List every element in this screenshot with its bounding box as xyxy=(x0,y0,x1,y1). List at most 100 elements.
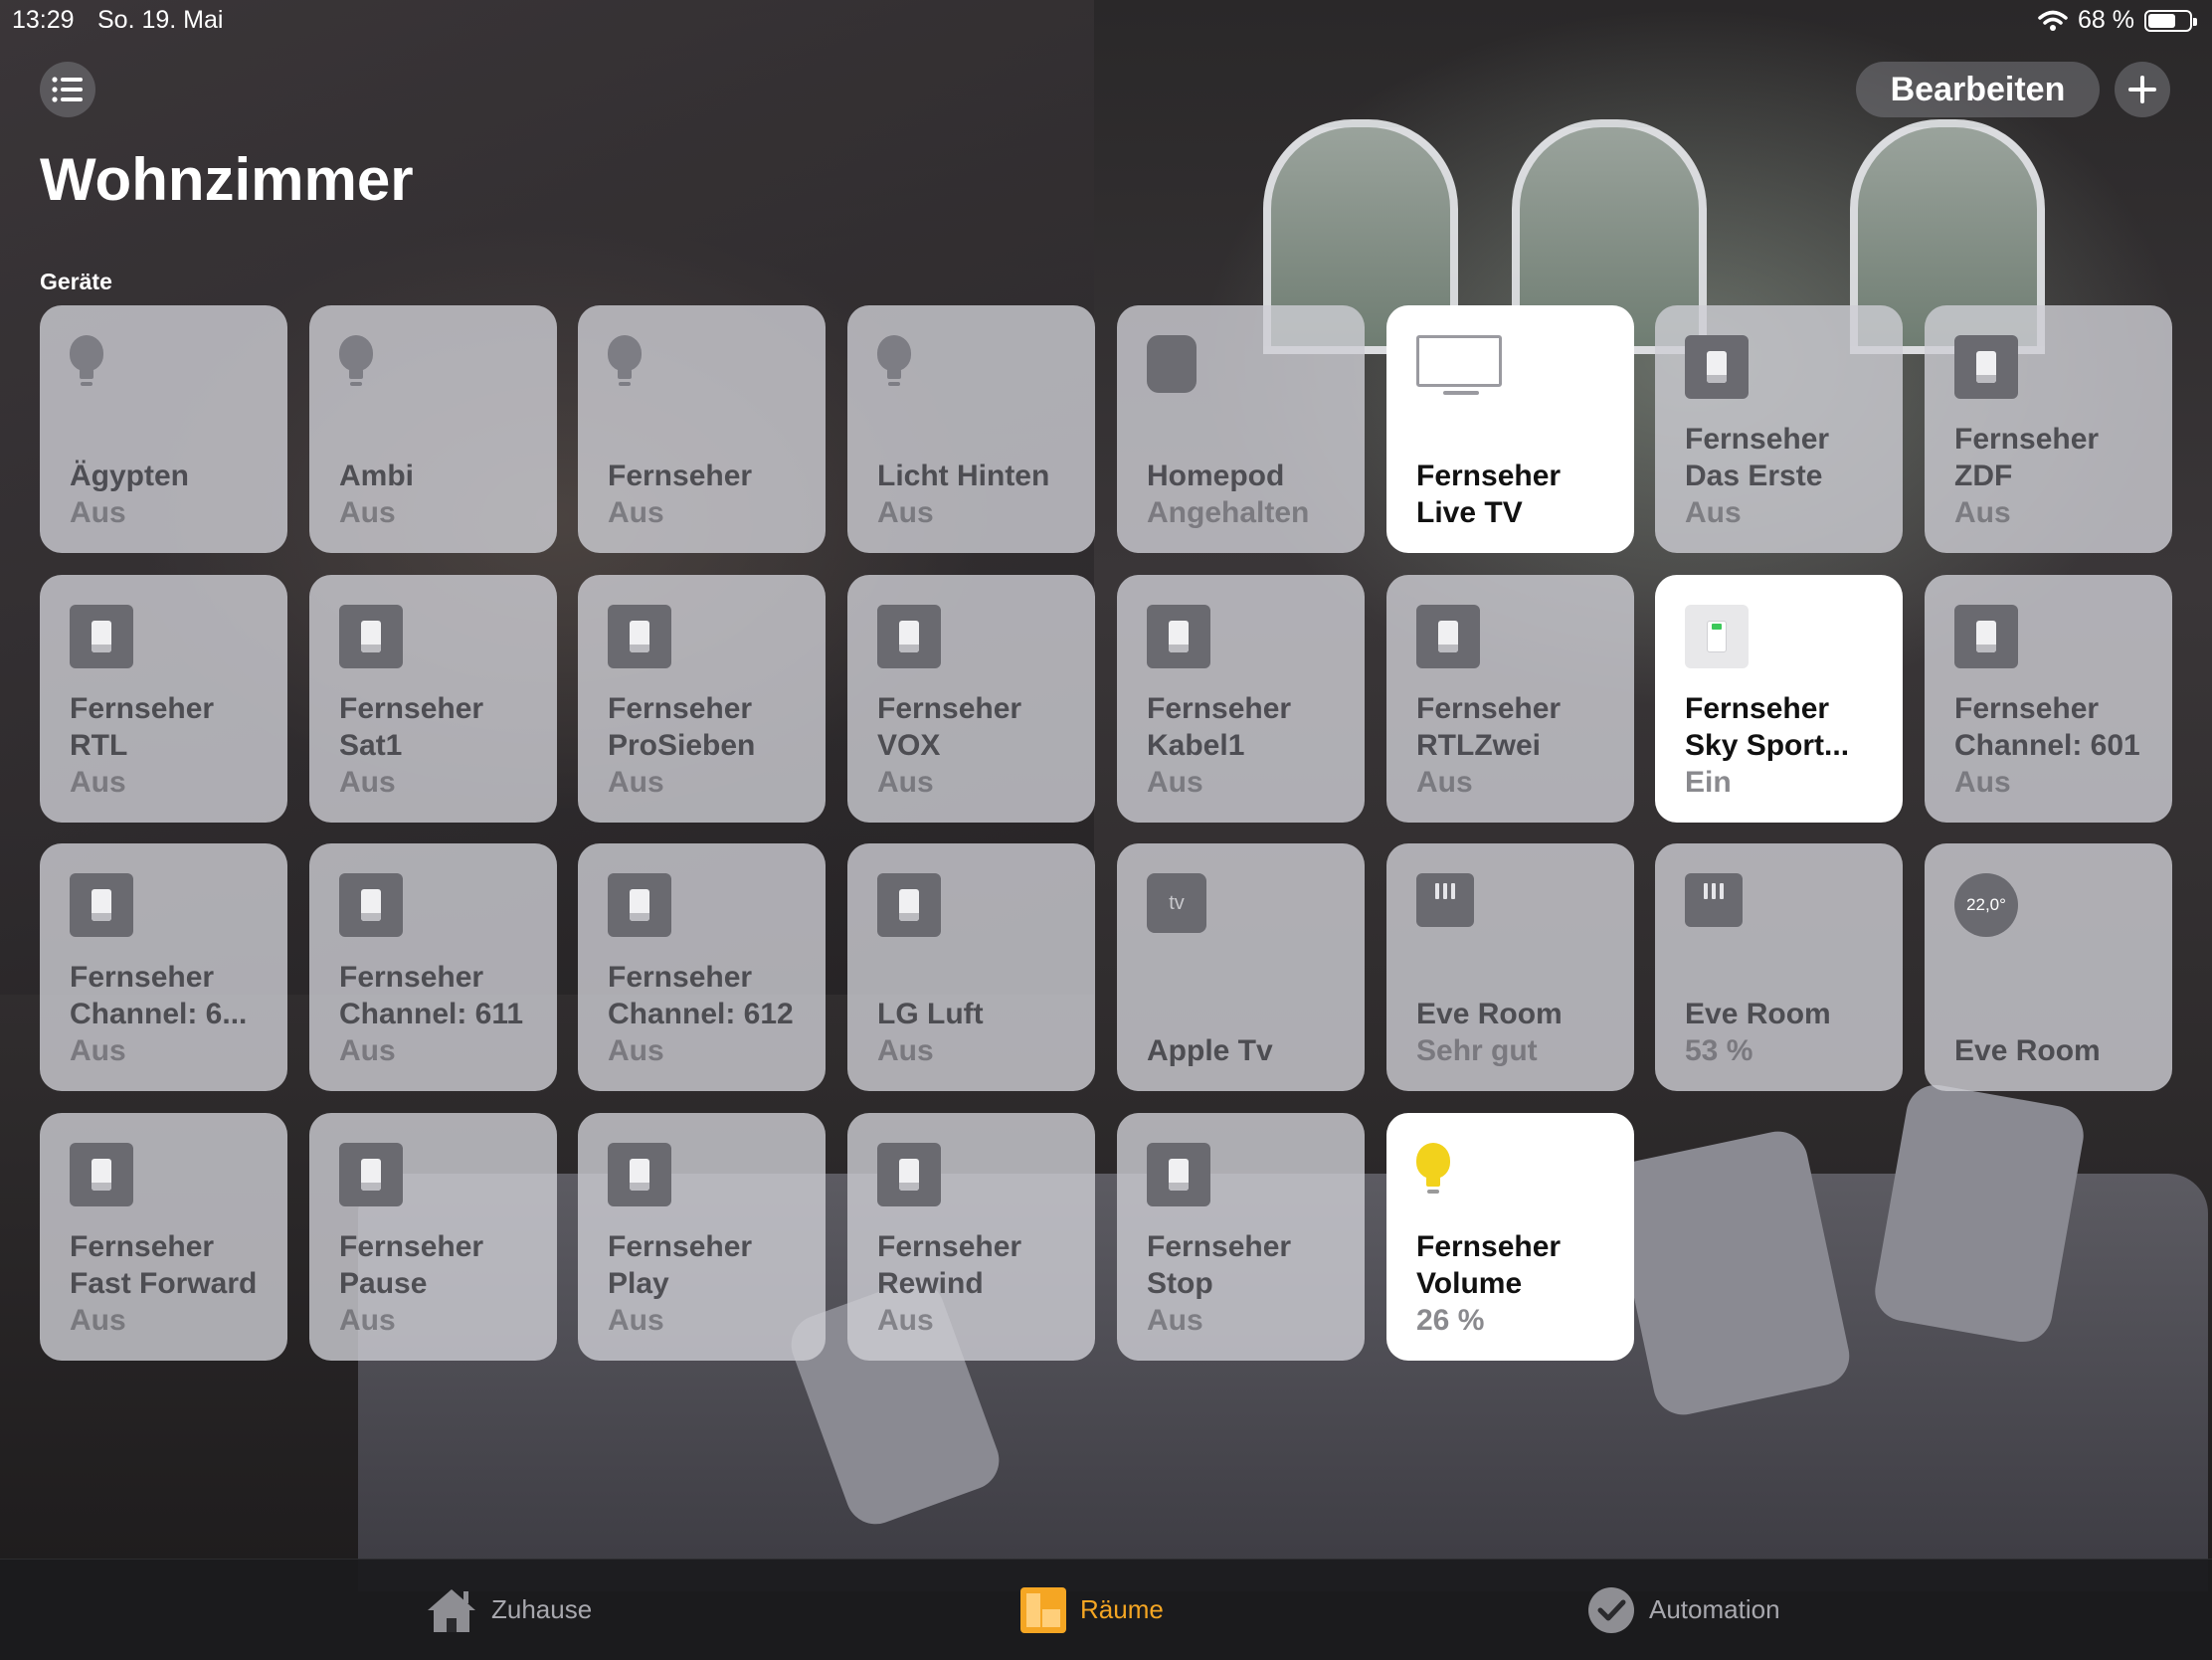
accessory-name-line2: Stop xyxy=(1147,1267,1213,1300)
accessory-state: Aus xyxy=(608,1034,664,1067)
accessory-tile[interactable]: Fernseher Play Aus xyxy=(578,1113,826,1361)
accessory-name: Fernseher xyxy=(877,1230,1022,1263)
accessory-name-line2: ZDF xyxy=(1954,460,2013,492)
lightbulb-icon xyxy=(877,335,911,391)
switch-icon xyxy=(70,605,133,668)
accessory-name-line2: RTL xyxy=(70,729,128,762)
accessory-name-line2: Pause xyxy=(339,1267,428,1300)
accessory-name: Fernseher xyxy=(608,1230,753,1263)
accessory-tile[interactable]: Homepod Angehalten xyxy=(1117,305,1365,553)
accessory-name: Fernseher xyxy=(1416,460,1562,492)
accessory-tile[interactable]: Fernseher Sky Sport... Ein xyxy=(1655,575,1903,823)
accessory-name-line2: Sky Sport... xyxy=(1685,729,1850,762)
accessory-tile[interactable]: Fernseher Pause Aus xyxy=(309,1113,557,1361)
switch-icon xyxy=(608,1143,671,1206)
accessory-tile[interactable]: Eve Room 53 % xyxy=(1655,843,1903,1091)
switch-icon xyxy=(1416,605,1480,668)
accessory-state: Aus xyxy=(339,766,396,799)
accessory-tile[interactable]: Fernseher Aus xyxy=(578,305,826,553)
accessory-name: Fernseher xyxy=(1416,1230,1562,1263)
accessory-name-line2: Sat1 xyxy=(339,729,403,762)
switch-icon xyxy=(1147,605,1210,668)
accessory-tile[interactable]: Fernseher Channel: 601 Aus xyxy=(1925,575,2172,823)
accessory-name-line2: Kabel1 xyxy=(1147,729,1245,762)
lightbulb-icon xyxy=(339,335,373,391)
accessory-name: Fernseher xyxy=(339,692,484,725)
tab-label: Automation xyxy=(1649,1594,1780,1624)
accessory-tile[interactable]: tv Apple Tv xyxy=(1117,843,1365,1091)
accessory-name: Fernseher xyxy=(339,1230,484,1263)
accessory-tile[interactable]: Fernseher ZDF Aus xyxy=(1925,305,2172,553)
switch-icon xyxy=(877,873,941,937)
accessory-state: Aus xyxy=(70,766,126,799)
accessory-name-line2: Channel: 6... xyxy=(70,998,248,1030)
accessory-tile[interactable]: 22,0° Eve Room xyxy=(1925,843,2172,1091)
accessory-name: Eve Room xyxy=(1954,1034,2101,1067)
accessory-name-line2: Live TV xyxy=(1416,496,1523,529)
tab-automation[interactable]: Automation xyxy=(1587,1560,1780,1660)
automation-check-icon xyxy=(1588,1586,1634,1633)
accessory-tile[interactable]: Fernseher VOX Aus xyxy=(847,575,1095,823)
accessory-name-line2: Channel: 612 xyxy=(608,998,794,1030)
accessory-state: Aus xyxy=(608,1304,664,1337)
accessory-tile[interactable]: Fernseher Channel: 6... Aus xyxy=(40,843,287,1091)
switch-icon xyxy=(608,873,671,937)
accessory-tile[interactable]: Fernseher Kabel1 Aus xyxy=(1117,575,1365,823)
accessory-tile[interactable]: LG Luft Aus xyxy=(847,843,1095,1091)
accessory-tile[interactable]: Fernseher Channel: 612 Aus xyxy=(578,843,826,1091)
accessory-tile[interactable]: Fernseher Stop Aus xyxy=(1117,1113,1365,1361)
accessory-name: Fernseher xyxy=(608,692,753,725)
accessory-state: Aus xyxy=(877,1034,934,1067)
accessory-tile[interactable]: Fernseher ProSieben Aus xyxy=(578,575,826,823)
accessory-state: Aus xyxy=(70,496,126,529)
switch-icon xyxy=(877,605,941,668)
accessory-tile[interactable]: Fernseher Volume 26 % xyxy=(1386,1113,1634,1361)
accessory-name: Fernseher xyxy=(70,961,215,994)
add-accessory-button[interactable] xyxy=(2115,62,2170,117)
switch-icon xyxy=(339,1143,403,1206)
switch-icon xyxy=(1954,335,2018,399)
tab-zuhause[interactable]: Zuhause xyxy=(426,1560,592,1660)
accessory-state: Aus xyxy=(1685,496,1742,529)
accessory-state: Angehalten xyxy=(1147,496,1310,529)
lightbulb-icon xyxy=(70,335,103,391)
accessory-tile[interactable]: Fernseher Das Erste Aus xyxy=(1655,305,1903,553)
accessory-name: Licht Hinten xyxy=(877,460,1050,492)
accessory-name-line2: Volume xyxy=(1416,1267,1523,1300)
accessory-tile[interactable]: Fernseher Fast Forward Aus xyxy=(40,1113,287,1361)
accessory-name: Fernseher xyxy=(1685,423,1830,456)
switch-icon xyxy=(70,1143,133,1206)
accessory-tile[interactable]: Fernseher Sat1 Aus xyxy=(309,575,557,823)
accessory-tile[interactable]: Fernseher RTL Aus xyxy=(40,575,287,823)
tab-bar: Zuhause Räume Automation xyxy=(0,1559,2212,1660)
accessory-name: Fernseher xyxy=(1147,692,1292,725)
room-title: Wohnzimmer xyxy=(40,146,414,213)
accessory-name: Apple Tv xyxy=(1147,1034,1273,1067)
accessory-tile[interactable]: Fernseher Rewind Aus xyxy=(847,1113,1095,1361)
accessory-name-line2: Rewind xyxy=(877,1267,984,1300)
switch-icon xyxy=(339,873,403,937)
accessory-name-line2: VOX xyxy=(877,729,941,762)
accessory-state: Aus xyxy=(608,766,664,799)
tab-raeume[interactable]: Räume xyxy=(1020,1560,1164,1660)
accessory-name: Fernseher xyxy=(70,1230,215,1263)
accessory-tile[interactable]: Licht Hinten Aus xyxy=(847,305,1095,553)
plus-icon xyxy=(2128,76,2156,103)
accessory-tile[interactable]: Fernseher Live TV xyxy=(1386,305,1634,553)
accessory-tile[interactable]: Fernseher RTLZwei Aus xyxy=(1386,575,1634,823)
accessory-name: Fernseher xyxy=(1954,423,2100,456)
accessory-state: Aus xyxy=(1954,496,2011,529)
lightbulb-icon xyxy=(1416,1143,1450,1199)
accessory-state: Aus xyxy=(339,1304,396,1337)
tab-label: Räume xyxy=(1080,1594,1164,1624)
accessory-tile[interactable]: Ägypten Aus xyxy=(40,305,287,553)
accessory-tile[interactable]: Ambi Aus xyxy=(309,305,557,553)
homepod-icon xyxy=(1147,335,1197,393)
home-list-button[interactable] xyxy=(40,62,95,117)
switch-icon xyxy=(1685,335,1749,399)
battery-percentage: 68 % xyxy=(2078,6,2134,34)
accessory-tile[interactable]: Fernseher Channel: 611 Aus xyxy=(309,843,557,1091)
accessory-name: Fernseher xyxy=(1147,1230,1292,1263)
edit-button[interactable]: Bearbeiten xyxy=(1856,62,2100,117)
accessory-tile[interactable]: Eve Room Sehr gut xyxy=(1386,843,1634,1091)
